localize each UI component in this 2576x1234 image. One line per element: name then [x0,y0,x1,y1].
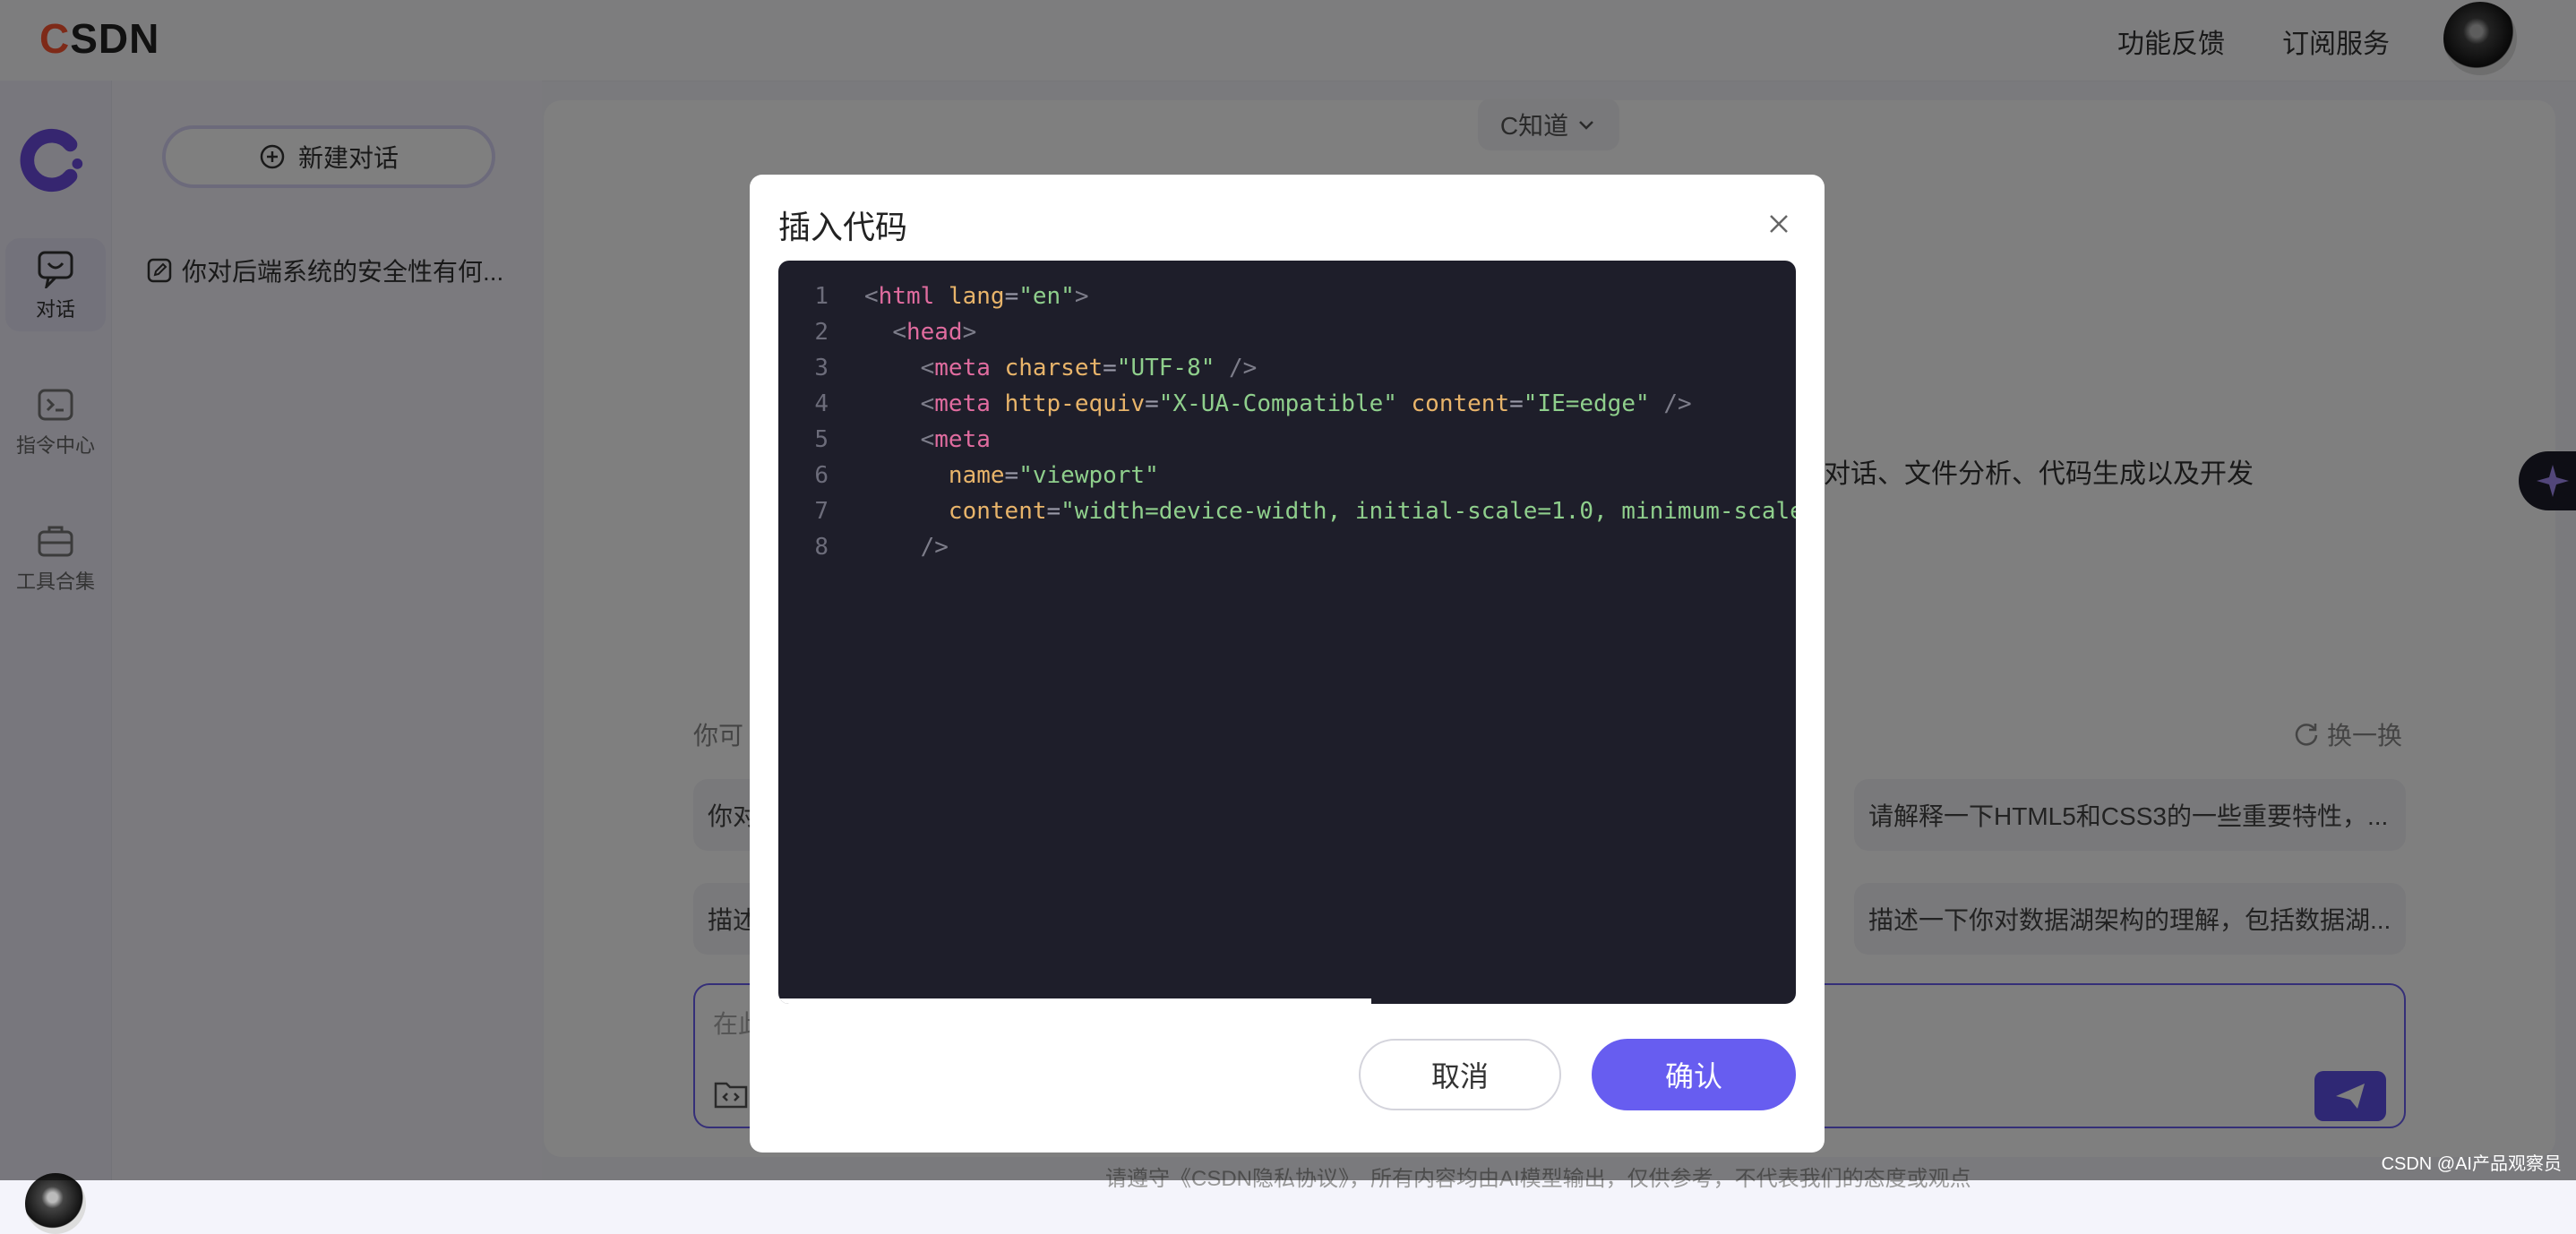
code-line: 6 name="viewport" [778,458,1159,493]
code-token: < [920,426,935,453]
code-line: 1 <html lang="en"> [778,279,1089,314]
close-icon[interactable] [1765,210,1792,237]
code-token: http-equiv [1004,390,1146,417]
code-line: 8 /> [778,529,949,565]
code-token: html [878,283,935,310]
code-token: < [892,319,906,346]
code-token: charset [1004,355,1103,381]
code-token: head [906,319,963,346]
code-token: < [864,283,879,310]
code-token: "en" [1018,283,1075,310]
line-number: 3 [814,355,829,381]
code-token: < [920,355,935,381]
user-avatar-small[interactable] [25,1173,86,1234]
confirm-button[interactable]: 确认 [1592,1039,1796,1110]
line-number: 7 [814,498,829,525]
code-token: "width=device-width, initial-scale=1.0, … [1060,498,1796,525]
line-number: 8 [814,534,829,561]
code-line: 2 <head> [778,314,976,350]
line-number: 4 [814,390,829,417]
code-token: = [1046,498,1061,525]
code-token: lang [948,283,1005,310]
code-token: /> [920,534,949,561]
watermark: CSDN @AI产品观察员 [2381,1154,2562,1174]
code-line: 4 <meta http-equiv="X-UA-Compatible" con… [778,386,1692,422]
code-token: < [920,390,935,417]
code-token: meta [934,426,991,453]
line-number: 5 [814,426,829,453]
code-token: "viewport" [1018,462,1159,489]
code-token: = [1103,355,1117,381]
code-token: = [1004,462,1019,489]
code-token: = [1145,390,1159,417]
code-line: 7 content="width=device-width, initial-s… [778,493,1796,529]
code-editor[interactable]: 1 <html lang="en"> 2 <head> 3 <meta charset… [778,261,1796,1004]
cancel-button[interactable]: 取消 [1359,1039,1561,1110]
code-token: > [962,319,977,346]
code-token: "IE=edge" [1523,390,1650,417]
code-token: name [948,462,1005,489]
insert-code-dialog: 插入代码 1 <html lang="en"> 2 <head> 3 <meta ch… [750,175,1825,1153]
line-number: 6 [814,462,829,489]
code-token: = [1509,390,1524,417]
code-token: "UTF-8" [1116,355,1215,381]
code-token: = [1004,283,1019,310]
code-token: meta [934,390,991,417]
code-line: 5 <meta [778,422,991,458]
line-number: 2 [814,319,829,346]
code-token: /> [1229,355,1258,381]
code-token: meta [934,355,991,381]
code-token: > [1074,283,1089,310]
horizontal-scrollbar[interactable] [778,998,1371,1004]
code-token: content [1411,390,1510,417]
code-token: "X-UA-Compatible" [1158,390,1397,417]
line-number: 1 [814,283,829,310]
code-line: 3 <meta charset="UTF-8" /> [778,350,1257,386]
code-token: /> [1663,390,1692,417]
dialog-title: 插入代码 [778,209,908,245]
code-token: content [948,498,1047,525]
